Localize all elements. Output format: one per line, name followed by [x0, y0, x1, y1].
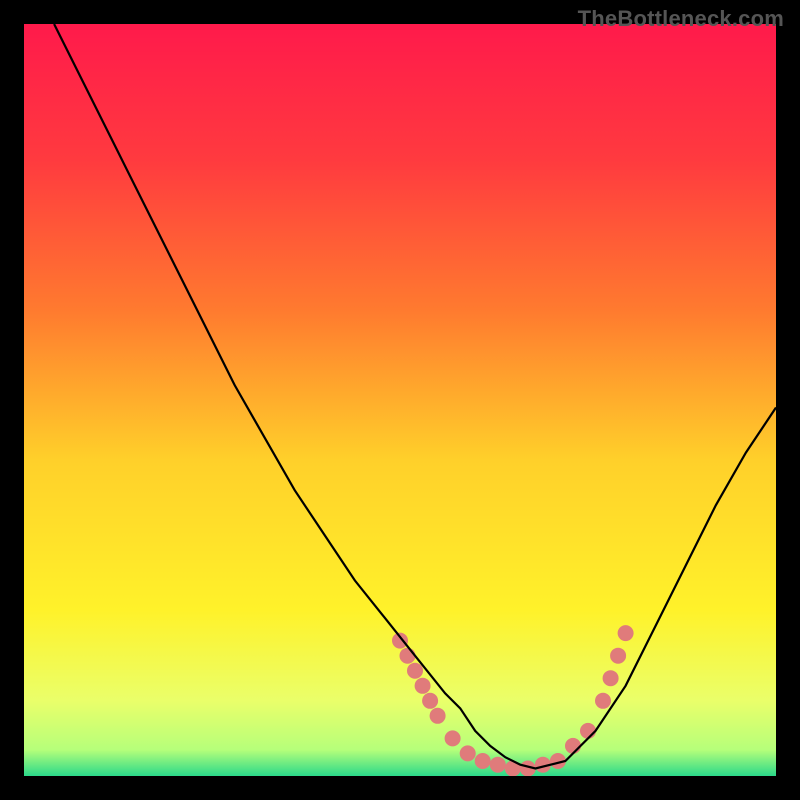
curve-marker: [490, 757, 506, 773]
curve-marker: [392, 633, 408, 649]
curve-marker: [430, 708, 446, 724]
curve-marker: [415, 678, 431, 694]
curve-marker: [565, 738, 581, 754]
curve-marker: [618, 625, 634, 641]
curve-marker: [595, 693, 611, 709]
curve-marker: [422, 693, 438, 709]
chart-frame: TheBottleneck.com: [0, 0, 800, 800]
chart-svg: [0, 0, 800, 800]
curve-marker: [400, 648, 416, 664]
curve-marker: [407, 663, 423, 679]
curve-marker: [580, 723, 596, 739]
plot-background: [24, 24, 776, 776]
curve-marker: [475, 753, 491, 769]
curve-marker: [460, 745, 476, 761]
watermark-text: TheBottleneck.com: [578, 6, 784, 32]
curve-marker: [610, 648, 626, 664]
curve-marker: [445, 730, 461, 746]
curve-marker: [603, 670, 619, 686]
